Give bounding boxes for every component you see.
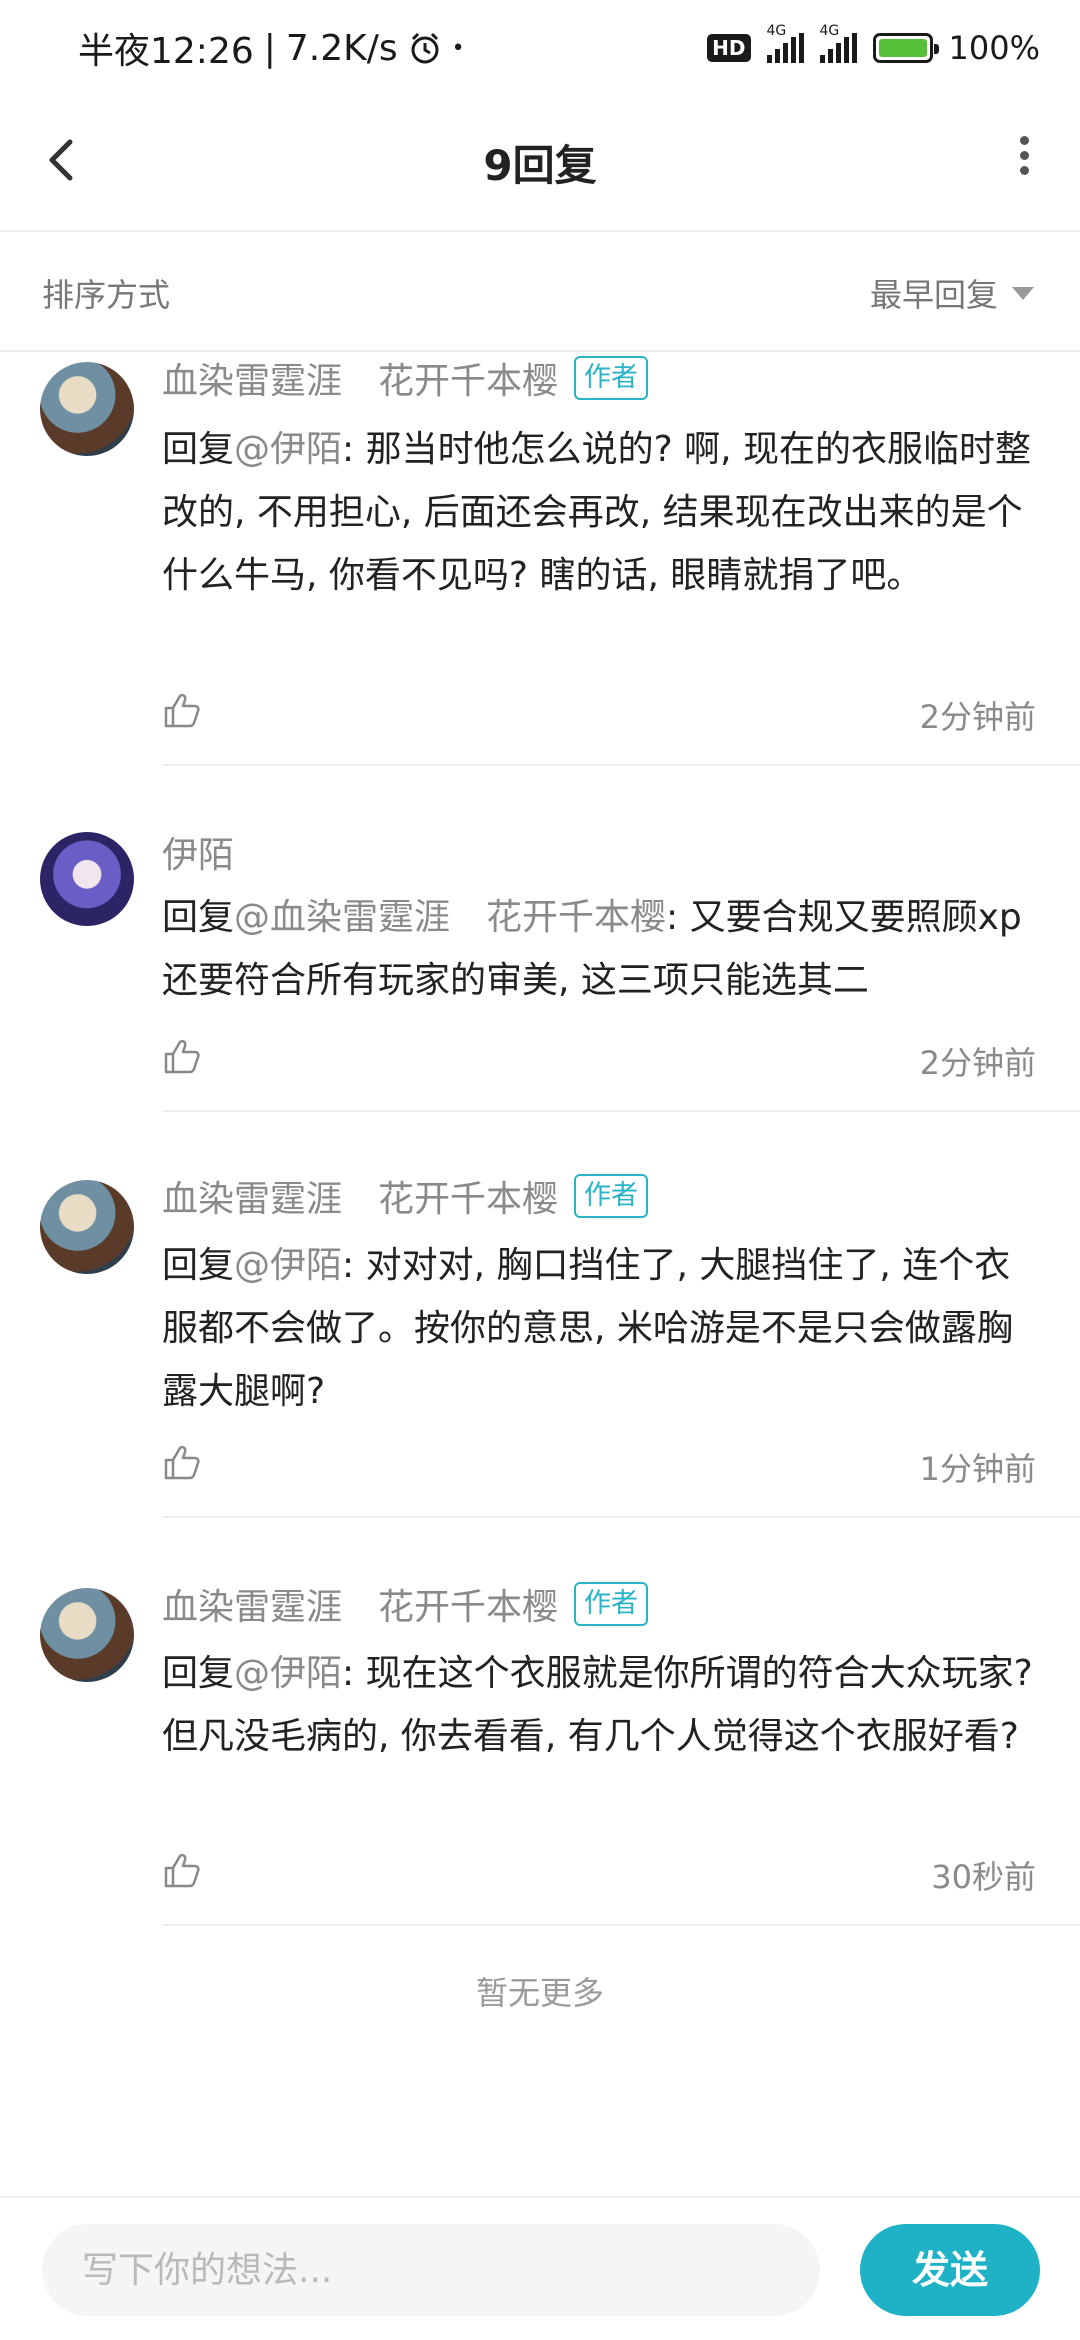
comment-time: 2分钟前 — [919, 1044, 1036, 1082]
divider — [162, 1516, 1080, 1518]
send-button[interactable]: 发送 — [860, 2224, 1040, 2316]
divider — [162, 764, 1080, 766]
alarm-clock-icon — [411, 32, 439, 64]
comment-time: 1分钟前 — [919, 1450, 1036, 1488]
status-time: 半夜12:26 — [78, 31, 254, 72]
comment-time: 30秒前 — [931, 1858, 1036, 1896]
sort-label: 排序方式 — [42, 276, 171, 314]
status-right: HD 4G 4G 100% — [707, 23, 1040, 67]
thumbs-up-icon[interactable] — [162, 1442, 202, 1482]
signal-icon: 4G — [819, 23, 857, 63]
hd-badge: HD — [707, 34, 751, 62]
comment-time: 2分钟前 — [919, 698, 1036, 736]
avatar[interactable] — [40, 1588, 134, 1682]
author-name[interactable]: 血染雷霆涯 花开千本樱 — [162, 1578, 558, 1630]
thumbs-up-icon[interactable] — [162, 1036, 202, 1076]
author-badge: 作者 — [574, 356, 649, 400]
divider — [162, 1924, 1080, 1926]
thumbs-up-icon[interactable] — [162, 690, 202, 730]
battery-icon — [872, 33, 939, 63]
thumbs-up-icon[interactable] — [162, 1850, 202, 1890]
title-bar: 9回复 — [0, 96, 1080, 232]
author-badge: 作者 — [574, 1174, 649, 1218]
mention-link[interactable]: @伊陌 — [234, 1245, 342, 1286]
notification-dot: • — [451, 35, 465, 61]
comment-input[interactable] — [42, 2224, 820, 2316]
comment-content[interactable]: 回复@伊陌: 现在这个衣服就是你所谓的符合大众玩家? 但凡没毛病的, 你去看看,… — [162, 1642, 1042, 1768]
status-left: 半夜12:26 | 7.2K/s • — [78, 22, 707, 74]
sort-dropdown[interactable]: 最早回复 — [870, 270, 1034, 316]
author-line: 血染雷霆涯 花开千本樱 作者 — [162, 1578, 649, 1630]
more-options-button[interactable] — [1012, 130, 1036, 194]
author-name[interactable]: 血染雷霆涯 花开千本樱 — [162, 1170, 558, 1222]
status-bar: 半夜12:26 | 7.2K/s • HD 4G 4G 100% — [0, 0, 1080, 96]
author-line: 伊陌 — [162, 826, 234, 878]
no-more-label: 暂无更多 — [475, 1974, 604, 2012]
sort-value: 最早回复 — [869, 276, 998, 314]
mention-link[interactable]: @伊陌 — [234, 429, 342, 470]
sort-bar: 排序方式 最早回复 — [0, 232, 1080, 352]
more-vertical-icon — [1012, 136, 1036, 175]
signal-tag: 4G — [819, 23, 840, 39]
reply-prefix: 回复 — [162, 429, 235, 470]
comment-content[interactable]: 回复@血染雷霆涯 花开千本樱: 又要合规又要照顾xp还要符合所有玩家的审美, 这… — [162, 886, 1042, 1012]
author-name[interactable]: 血染雷霆涯 花开千本樱 — [162, 352, 558, 404]
reply-prefix: 回复 — [162, 1245, 235, 1286]
author-badge: 作者 — [574, 1582, 649, 1626]
avatar[interactable] — [40, 832, 134, 926]
author-name[interactable]: 伊陌 — [162, 826, 234, 878]
avatar[interactable] — [40, 362, 134, 456]
signal-icon: 4G — [766, 23, 804, 63]
comment-content[interactable]: 回复@伊陌: 对对对, 胸口挡住了, 大腿挡住了, 连个衣服都不会做了。按你的意… — [162, 1234, 1042, 1423]
status-separator: | — [263, 27, 276, 69]
divider — [162, 1110, 1080, 1112]
reply-prefix: 回复 — [162, 897, 235, 938]
author-line: 血染雷霆涯 花开千本樱 作者 — [162, 1170, 649, 1222]
reply-page: 半夜12:26 | 7.2K/s • HD 4G 4G 100% 9回复 排序方… — [0, 0, 1080, 2340]
signal-tag: 4G — [766, 23, 787, 39]
reply-prefix: 回复 — [162, 1653, 235, 1694]
network-speed: 7.2K/s — [285, 27, 398, 69]
page-title: 9回复 — [483, 141, 597, 190]
author-line: 血染雷霆涯 花开千本樱 作者 — [162, 352, 649, 404]
mention-link[interactable]: @伊陌 — [234, 1653, 342, 1694]
avatar[interactable] — [40, 1180, 134, 1274]
dropdown-triangle-icon — [1012, 286, 1034, 300]
mention-link[interactable]: @血染雷霆涯 花开千本樱 — [234, 897, 666, 938]
comment-input-bar: 发送 — [0, 2196, 1080, 2340]
comment-content[interactable]: 回复@伊陌: 那当时他怎么说的? 啊, 现在的衣服临时整改的, 不用担心, 后面… — [162, 418, 1042, 607]
battery-fill — [878, 39, 927, 57]
battery-percent: 100% — [948, 29, 1040, 67]
